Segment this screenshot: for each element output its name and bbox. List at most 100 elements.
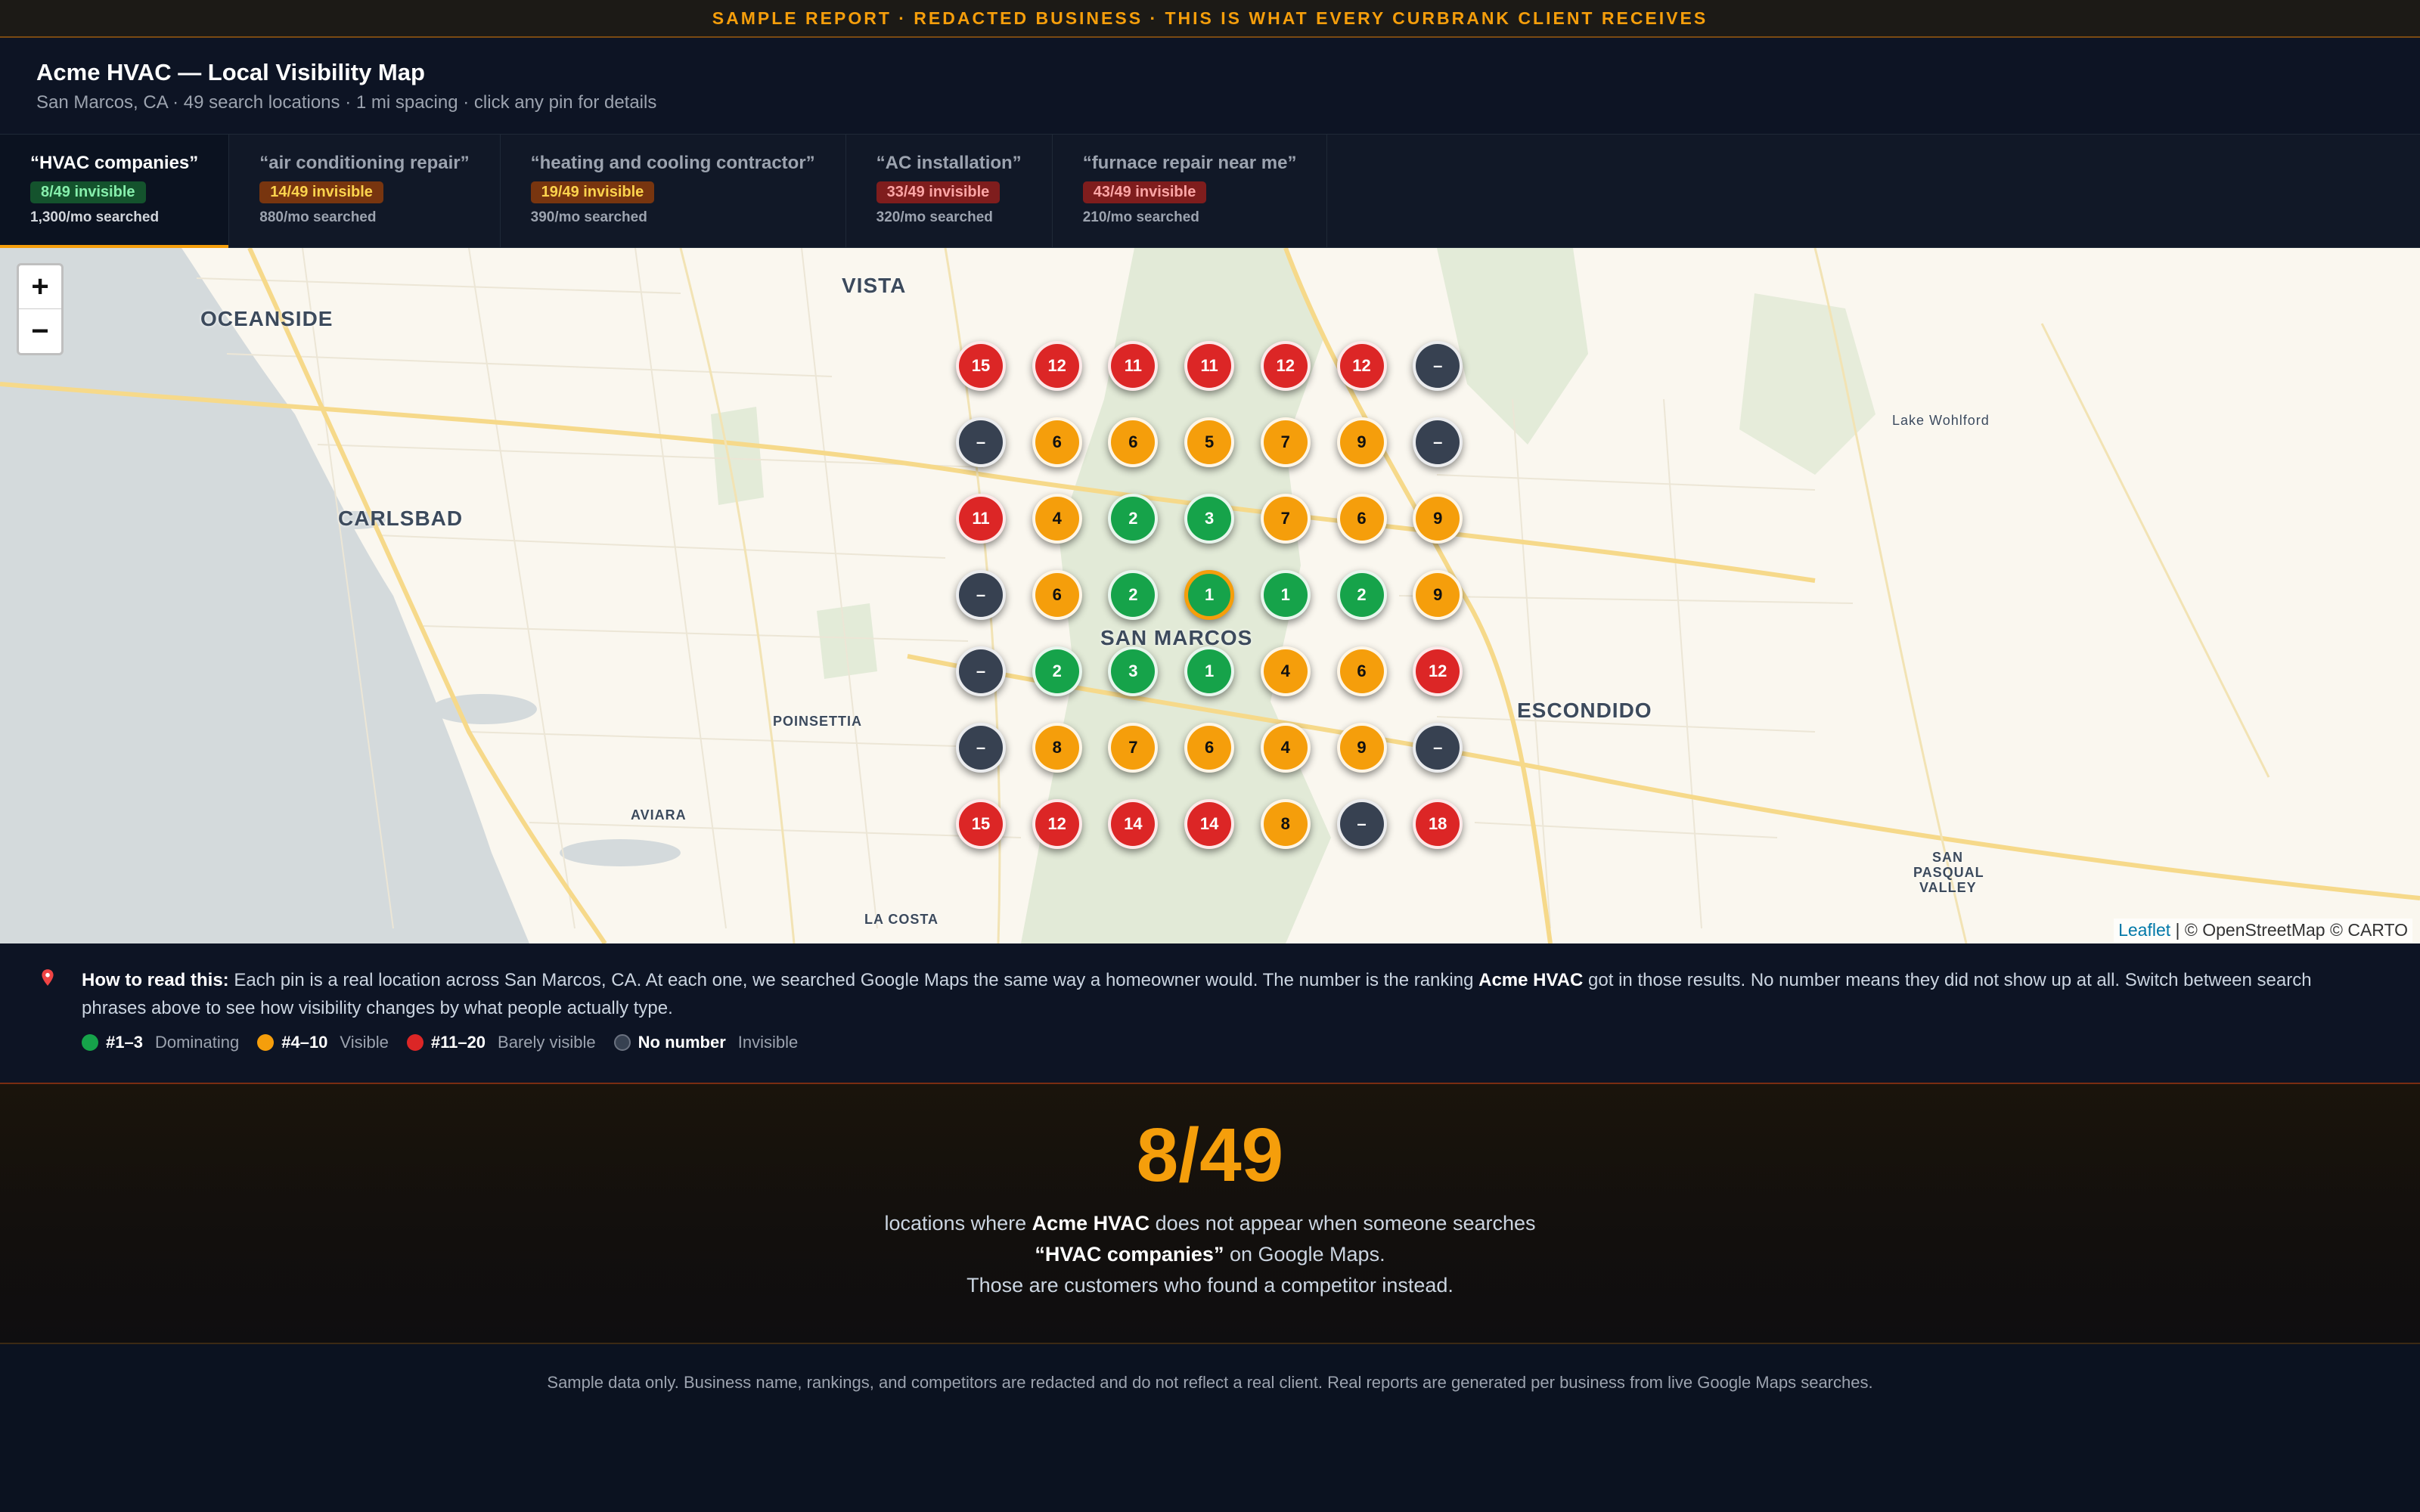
map-attribution: Leaflet | © OpenStreetMap © CARTO [2114, 919, 2412, 942]
ranking-pin[interactable]: 11 [1184, 341, 1235, 391]
how-to-read-panel: How to read this: Each pin is a real loc… [0, 943, 2420, 1084]
place-label-vista: VISTA [842, 274, 907, 297]
ranking-pin[interactable]: 3 [1184, 494, 1235, 544]
ranking-pin[interactable]: 11 [1108, 341, 1159, 391]
gray-dot-icon [613, 1034, 631, 1051]
footer-disclaimer: Sample data only. Business name, ranking… [547, 1373, 1873, 1392]
amber-dot-icon [257, 1034, 275, 1051]
zoom-out-button[interactable]: − [19, 309, 61, 353]
summary-line-1: locations where Acme HVAC does not appea… [0, 1208, 2420, 1239]
ranking-pin[interactable]: 12 [1032, 799, 1082, 849]
ranking-pin[interactable]: 12 [1413, 646, 1463, 696]
green-dot-icon [82, 1034, 98, 1051]
ranking-pin[interactable]: 6 [1108, 417, 1159, 467]
ranking-pin[interactable]: 12 [1032, 341, 1082, 391]
ranking-pin[interactable]: – [1413, 341, 1463, 391]
business-name: Acme HVAC [1478, 970, 1584, 990]
ranking-pin[interactable]: 6 [1336, 646, 1387, 696]
ranking-pin[interactable]: 6 [1184, 723, 1235, 773]
legend-label: Invisible [737, 1033, 799, 1052]
leaflet-link[interactable]: Leaflet [2118, 920, 2170, 940]
ranking-pin[interactable]: 9 [1413, 570, 1463, 620]
how-label: How to read this: [82, 970, 229, 990]
tab-ac-installation[interactable]: “AC installation” 33/49 invisible 320/mo… [846, 135, 1053, 248]
legend-range: #4–10 [281, 1033, 328, 1052]
tab-hvac-companies[interactable]: “HVAC companies” 8/49 invisible 1,300/mo… [0, 135, 230, 248]
ranking-pin[interactable]: – [956, 723, 1006, 773]
map-pin-icon [42, 969, 54, 986]
sample-report-banner: SAMPLE REPORT · REDACTED BUSINESS · THIS… [0, 0, 2420, 38]
place-label-lake-wohlford: Lake Wohlford [1892, 413, 1990, 428]
ranking-pin[interactable]: 7 [1108, 723, 1159, 773]
ranking-pin[interactable]: 4 [1260, 723, 1311, 773]
ranking-pin[interactable]: 3 [1108, 646, 1159, 696]
ranking-pin[interactable]: 9 [1413, 494, 1463, 544]
ranking-pin[interactable]: 4 [1032, 494, 1082, 544]
ranking-pin[interactable]: 14 [1108, 799, 1159, 849]
place-label-san-marcos: SAN MARCOS [1100, 626, 1253, 649]
legend-label: Barely visible [498, 1033, 596, 1052]
invisible-count: 8/49 [1136, 1113, 1284, 1198]
red-dot-icon [406, 1034, 424, 1051]
tab-heating-and-cooling-contractor[interactable]: “heating and cooling contractor” 19/49 i… [501, 135, 846, 248]
ranking-pin[interactable]: 8 [1032, 723, 1082, 773]
search-volume: 880/mo searched [259, 209, 377, 225]
ranking-pin[interactable]: 1 [1184, 646, 1235, 696]
ranking-pin[interactable]: 12 [1260, 341, 1311, 391]
ranking-pin[interactable]: 15 [956, 341, 1006, 391]
ranking-pin[interactable]: – [956, 570, 1006, 620]
tab-furnace-repair-near-me[interactable]: “furnace repair near me” 43/49 invisible… [1053, 135, 1328, 248]
ranking-pin[interactable]: 14 [1184, 799, 1235, 849]
ranking-pin[interactable]: 1 [1260, 570, 1311, 620]
ranking-pin[interactable]: 12 [1336, 341, 1387, 391]
legend-keys: #1–3 Dominating #4–10 Visible #11–20 Bar… [82, 1033, 2375, 1052]
ranking-pin[interactable]: 2 [1032, 646, 1082, 696]
tab-title: “HVAC companies” [30, 153, 199, 173]
legend-range: #11–20 [430, 1033, 486, 1052]
ranking-pin[interactable]: 9 [1336, 723, 1387, 773]
ranking-pin[interactable]: – [956, 417, 1006, 467]
ranking-pin[interactable]: 7 [1260, 417, 1311, 467]
ranking-pin[interactable]: 6 [1032, 417, 1082, 467]
tab-title: “AC installation” [876, 153, 1022, 173]
summary-text: does not appear when someone searches [1150, 1212, 1536, 1235]
ranking-pin[interactable]: – [956, 646, 1006, 696]
page-title: Acme HVAC — Local Visibility Map [36, 59, 425, 85]
place-label-poinsettia: POINSETTIA [773, 714, 863, 729]
legend-range: No number [638, 1033, 726, 1052]
tab-air-conditioning-repair[interactable]: “air conditioning repair” 14/49 invisibl… [229, 135, 501, 248]
legend-label: Visible [340, 1033, 389, 1052]
visibility-map[interactable]: + − OCEANSIDE VISTA CARLSBAD SAN MARCOS … [0, 248, 2420, 943]
ranking-pin[interactable]: 1 [1184, 570, 1235, 620]
zoom-in-button[interactable]: + [19, 265, 61, 309]
ranking-pin[interactable]: 2 [1336, 570, 1387, 620]
ranking-pin[interactable]: – [1413, 723, 1463, 773]
ranking-pin[interactable]: 6 [1336, 494, 1387, 544]
ranking-pin[interactable]: 2 [1108, 494, 1159, 544]
ranking-pin[interactable]: 4 [1260, 646, 1311, 696]
ranking-pin[interactable]: 18 [1413, 799, 1463, 849]
place-label-carlsbad: CARLSBAD [338, 507, 464, 530]
tab-title: “furnace repair near me” [1082, 153, 1297, 173]
tab-title: “heating and cooling contractor” [530, 153, 815, 173]
place-label-la-costa: LA COSTA [864, 912, 939, 927]
legend-label: Dominating [154, 1033, 240, 1052]
invisible-summary: 8/49 locations where Acme HVAC does not … [0, 1084, 2420, 1344]
report-header: Acme HVAC — Local Visibility Map San Mar… [0, 38, 2420, 135]
summary-text: locations where [884, 1212, 1032, 1235]
ranking-pin[interactable]: 11 [956, 494, 1006, 544]
ranking-pin[interactable]: 6 [1032, 570, 1082, 620]
ranking-pin[interactable]: 9 [1336, 417, 1387, 467]
ranking-pin[interactable]: 2 [1108, 570, 1159, 620]
ranking-pin[interactable]: – [1413, 417, 1463, 467]
ranking-pin[interactable]: 8 [1260, 799, 1311, 849]
place-label-aviara: AVIARA [631, 807, 687, 823]
legend-key-dominating: #1–3 Dominating [82, 1033, 239, 1052]
search-volume: 1,300/mo searched [30, 209, 160, 225]
ranking-pin[interactable]: 5 [1184, 417, 1235, 467]
search-phrase-tabs: “HVAC companies” 8/49 invisible 1,300/mo… [0, 135, 2420, 248]
ranking-pin[interactable]: 15 [956, 799, 1006, 849]
ranking-pin[interactable]: 7 [1260, 494, 1311, 544]
page-subtitle: San Marcos, CA · 49 search locations · 1… [36, 92, 657, 113]
ranking-pin[interactable]: – [1336, 799, 1387, 849]
